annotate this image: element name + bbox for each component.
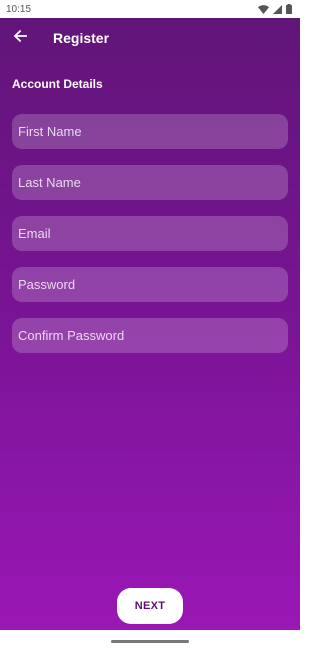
status-bar: 10:15 (0, 0, 300, 18)
app-bar: Register (0, 18, 300, 58)
status-icons (258, 4, 292, 14)
last-name-field[interactable] (12, 165, 288, 200)
section-title: Account Details (12, 77, 103, 91)
page-title: Register (53, 30, 110, 46)
password-field[interactable] (12, 267, 288, 302)
battery-icon (286, 4, 292, 14)
status-time: 10:15 (6, 3, 32, 15)
back-button[interactable] (10, 28, 30, 48)
wifi-icon (258, 4, 269, 14)
confirm-password-field[interactable] (12, 318, 288, 353)
register-screen: 10:15 Register Account Details First Nam… (0, 0, 300, 650)
home-indicator[interactable] (111, 640, 189, 643)
next-button[interactable]: NEXT (117, 588, 183, 624)
navigation-bar (0, 630, 300, 650)
register-content: Register Account Details NEXT (0, 18, 300, 630)
email-field[interactable] (12, 216, 288, 251)
arrow-left-icon (13, 29, 27, 48)
cellular-signal-icon (273, 4, 282, 14)
first-name-field[interactable] (12, 114, 288, 149)
